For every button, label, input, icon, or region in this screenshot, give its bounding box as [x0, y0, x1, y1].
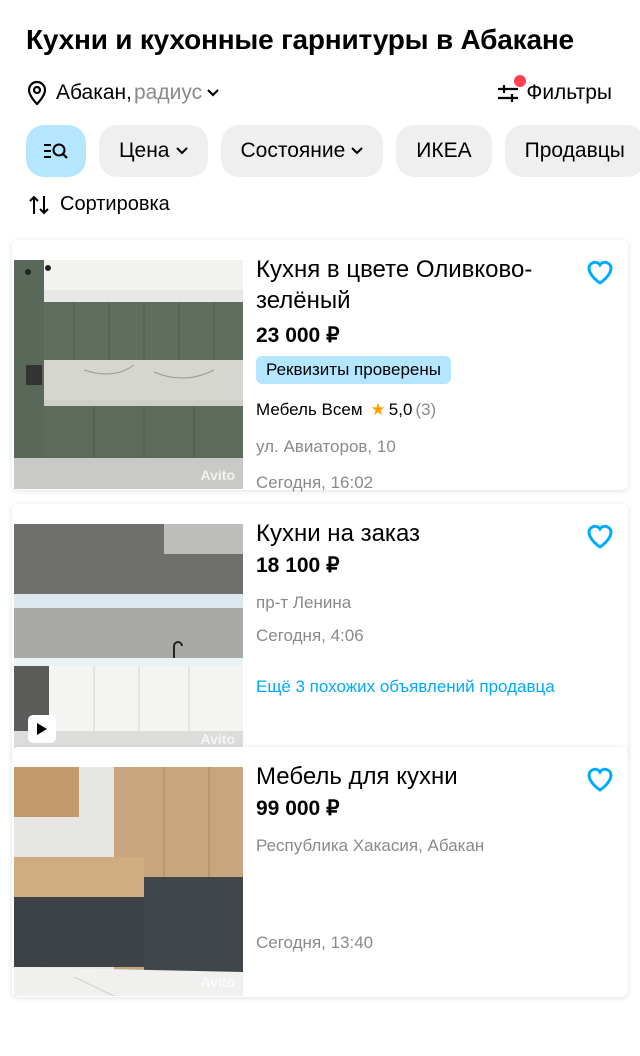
location-city: Абакан, [56, 81, 132, 104]
page-title: Кухни и кухонные гарнитуры в Абакане [26, 24, 574, 55]
filter-search-icon [44, 143, 68, 159]
sort-button[interactable]: Сортировка [28, 193, 170, 216]
sort-label: Сортировка [60, 193, 170, 215]
listing-date: Сегодня, 16:02 [256, 473, 374, 492]
seller-name: Мебель Всем [256, 400, 363, 419]
heart-icon[interactable] [584, 256, 616, 288]
video-play-icon[interactable] [28, 715, 56, 743]
listing-photo[interactable]: Avito [14, 260, 243, 489]
listing-title[interactable]: Мебель для кухни [256, 761, 576, 792]
listing-address: Республика Хакасия, Абакан [256, 836, 485, 855]
chip-label: Продавцы [524, 139, 625, 162]
chip-price[interactable]: Цена [99, 125, 208, 177]
sort-arrows-icon [29, 195, 49, 214]
filters-notification-dot [514, 75, 527, 87]
heart-icon[interactable] [584, 520, 616, 552]
filters-label: Фильтры [526, 81, 612, 104]
listing-date: Сегодня, 13:40 [256, 933, 374, 952]
seller-rating: 5,0 [388, 400, 413, 419]
listing-address: ул. Авиаторов, 10 [256, 437, 396, 456]
seller-info[interactable]: Мебель Всем ★ 5,0 (3) [256, 400, 576, 420]
location-pin-icon [27, 80, 47, 106]
chip-label: Состояние [240, 139, 346, 162]
heart-icon[interactable] [584, 763, 616, 795]
chip-filter-search[interactable] [26, 125, 86, 177]
listing-address: пр-т Ленина [256, 593, 352, 612]
location-radius: радиус [134, 81, 203, 104]
filters-button[interactable]: Фильтры [496, 75, 612, 108]
listing-info: Кухня в цвете Оливково-зелёный 23 000 ₽ … [256, 254, 576, 493]
chevron-down-icon [207, 89, 219, 97]
listing-photo[interactable]: Avito [14, 767, 243, 996]
chevron-down-icon [351, 147, 364, 155]
listing-date: Сегодня, 4:06 [256, 626, 364, 645]
listing-title[interactable]: Кухня в цвете Оливково-зелёный [256, 254, 576, 316]
listing-price: 99 000 ₽ [256, 797, 340, 820]
listing-info: Кухни на заказ 18 100 ₽ пр-т Ленина Сего… [256, 518, 576, 697]
verified-badge: Реквизиты проверены [256, 356, 451, 384]
listing-card[interactable]: Avito Кухня в цвете Оливково-зелёный 23 … [12, 240, 628, 493]
chip-label: Цена [119, 139, 170, 162]
chevron-down-icon [175, 147, 188, 155]
chip-ikea[interactable]: ИКЕА [396, 125, 492, 177]
listing-card[interactable]: Avito Мебель для кухни 99 000 ₽ Республи… [12, 747, 628, 997]
watermark: Avito [200, 731, 235, 747]
chip-condition[interactable]: Состояние [220, 125, 384, 177]
filter-chips: Цена Состояние ИКЕА Продавцы [26, 125, 640, 177]
sliders-icon [496, 75, 527, 105]
watermark: Avito [200, 467, 235, 483]
listing-price: 18 100 ₽ [256, 554, 340, 577]
watermark: Avito [200, 974, 235, 990]
listing-price: 23 000 ₽ [256, 324, 340, 347]
star-icon: ★ [370, 400, 386, 419]
location-selector[interactable]: Абакан, радиус [26, 78, 228, 108]
listing-photo[interactable]: Avito [14, 524, 243, 753]
similar-listings-link[interactable]: Ещё 3 похожих объявлений продавца [256, 677, 576, 697]
listing-title[interactable]: Кухни на заказ [256, 518, 576, 549]
listing-info: Мебель для кухни 99 000 ₽ Республика Хак… [256, 761, 576, 953]
listing-card[interactable]: Avito Кухни на заказ 18 100 ₽ пр-т Ленин… [12, 504, 628, 754]
chip-sellers[interactable]: Продавцы [504, 125, 640, 177]
review-count: (3) [415, 400, 437, 419]
chip-label: ИКЕА [416, 139, 472, 162]
